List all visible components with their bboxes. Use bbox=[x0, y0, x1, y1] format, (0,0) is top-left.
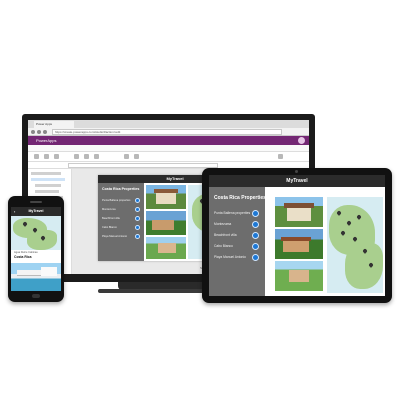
property-info: Agua Dulce Cabinas Costa Rica bbox=[11, 250, 61, 263]
powerapps-title: PowerApps bbox=[36, 138, 57, 143]
device-showcase: Power Apps https://create.powerapps.com/… bbox=[0, 0, 400, 400]
speaker bbox=[30, 201, 42, 203]
align-icon[interactable] bbox=[94, 154, 99, 159]
list-item[interactable]: Beachfront villa bbox=[98, 216, 144, 224]
property-photo[interactable] bbox=[146, 237, 186, 259]
property-photo[interactable] bbox=[275, 261, 323, 291]
property-photo[interactable] bbox=[11, 263, 61, 291]
property-photo[interactable] bbox=[146, 185, 186, 209]
powerapps-header: PowerApps bbox=[28, 136, 309, 145]
address-bar[interactable]: https://create.powerapps.com/studio/#act… bbox=[52, 129, 282, 135]
list-item[interactable]: Montezuma bbox=[209, 221, 265, 232]
select-button[interactable] bbox=[135, 216, 140, 221]
tablet: MyTravel Costa Rica Properties Punta Bal… bbox=[202, 168, 392, 303]
list-item[interactable]: Punta Ballena properties bbox=[209, 210, 265, 221]
settings-icon[interactable] bbox=[278, 154, 283, 159]
avatar[interactable] bbox=[298, 137, 305, 144]
tree-item[interactable] bbox=[31, 172, 61, 175]
list-item[interactable]: Playa Manuel Antonio bbox=[209, 254, 265, 265]
tree-item[interactable] bbox=[35, 184, 61, 187]
tree-item[interactable] bbox=[31, 178, 65, 181]
select-button[interactable] bbox=[135, 234, 140, 239]
properties-heading: Costa Rica Properties bbox=[214, 195, 266, 201]
home-button[interactable] bbox=[32, 294, 40, 298]
paste-icon[interactable] bbox=[44, 154, 49, 159]
forward-icon[interactable] bbox=[37, 130, 41, 134]
phone-app-title: ‹ MyTravel bbox=[11, 207, 61, 216]
tablet-screen: MyTravel Costa Rica Properties Punta Bal… bbox=[209, 175, 385, 296]
property-name: Costa Rica bbox=[14, 255, 32, 259]
formula-input[interactable] bbox=[68, 163, 218, 168]
ribbon bbox=[28, 152, 309, 162]
property-photo[interactable] bbox=[275, 229, 323, 259]
powerapps-menu: File Home Insert View Action bbox=[28, 145, 309, 162]
list-item[interactable]: Punta Ballena properties bbox=[98, 198, 144, 206]
phone-screen: ‹ MyTravel Agua Dulce Cabinas Costa Rica bbox=[11, 207, 61, 291]
select-button[interactable] bbox=[252, 221, 259, 228]
list-item[interactable]: Playa Manuel Antonio bbox=[98, 234, 144, 242]
phone: ‹ MyTravel Agua Dulce Cabinas Costa Rica bbox=[8, 196, 64, 302]
property-panel: Costa Rica Properties Punta Ballena prop… bbox=[98, 183, 144, 261]
font-icon[interactable] bbox=[74, 154, 79, 159]
new-screen-icon[interactable] bbox=[34, 154, 39, 159]
map[interactable] bbox=[11, 216, 61, 250]
select-button[interactable] bbox=[135, 198, 140, 203]
property-panel: Costa Rica Properties Punta Ballena prop… bbox=[209, 187, 266, 296]
select-button[interactable] bbox=[252, 243, 259, 250]
select-button[interactable] bbox=[252, 254, 259, 261]
select-button[interactable] bbox=[135, 207, 140, 212]
property-subtitle: Agua Dulce Cabinas bbox=[14, 251, 38, 254]
select-button[interactable] bbox=[252, 232, 259, 239]
browser-tab-strip: Power Apps bbox=[28, 120, 309, 128]
list-item[interactable]: Beachfront villa bbox=[209, 232, 265, 243]
back-icon[interactable] bbox=[31, 130, 35, 134]
browser-tab[interactable]: Power Apps bbox=[34, 121, 74, 128]
camera-icon bbox=[295, 170, 298, 173]
select-button[interactable] bbox=[252, 210, 259, 217]
list-item[interactable]: Cabo Blanco bbox=[98, 225, 144, 233]
property-photo[interactable] bbox=[146, 211, 186, 235]
border-icon[interactable] bbox=[134, 154, 139, 159]
property-photo[interactable] bbox=[275, 197, 323, 227]
back-arrow-icon[interactable]: ‹ bbox=[14, 207, 15, 216]
map[interactable] bbox=[327, 197, 383, 293]
select-button[interactable] bbox=[135, 225, 140, 230]
list-item[interactable]: Cabo Blanco bbox=[209, 243, 265, 254]
list-item[interactable]: Montezuma bbox=[98, 207, 144, 215]
tree-item[interactable] bbox=[35, 190, 59, 193]
browser-toolbar: https://create.powerapps.com/studio/#act… bbox=[28, 128, 309, 136]
undo-icon[interactable] bbox=[54, 154, 59, 159]
refresh-icon[interactable] bbox=[43, 130, 47, 134]
fill-icon[interactable] bbox=[124, 154, 129, 159]
bold-icon[interactable] bbox=[84, 154, 89, 159]
properties-heading: Costa Rica Properties bbox=[102, 187, 140, 191]
app-title: MyTravel bbox=[209, 175, 385, 187]
